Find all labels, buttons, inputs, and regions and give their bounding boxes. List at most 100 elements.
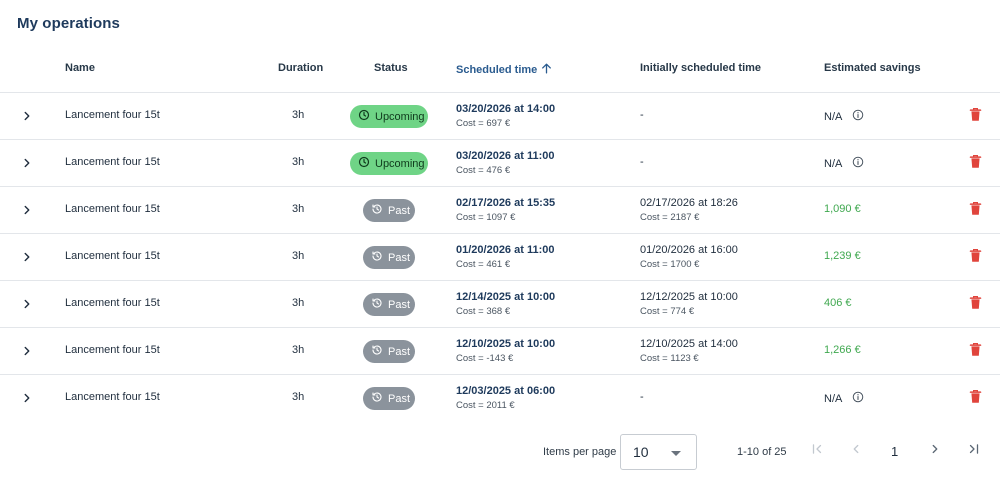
- arrow-up-icon: [540, 62, 553, 78]
- column-header-scheduled-time[interactable]: Scheduled time: [456, 62, 553, 78]
- operation-name: Lancement four 15t: [65, 109, 160, 121]
- table-header: Name Duration Status Scheduled time Init…: [0, 45, 1000, 93]
- initial-cost: Cost = 774 €: [640, 306, 695, 317]
- scheduled-time: 03/20/2026 at 11:00: [456, 150, 555, 162]
- status-badge: Upcoming: [350, 152, 428, 175]
- items-per-page-select[interactable]: 10: [620, 434, 697, 470]
- clock-icon: [358, 156, 370, 171]
- delete-button[interactable]: [969, 154, 983, 170]
- column-header-duration[interactable]: Duration: [278, 62, 323, 74]
- operation-name: Lancement four 15t: [65, 203, 160, 215]
- expand-row-button[interactable]: [20, 109, 34, 123]
- estimated-savings: 406 €: [824, 297, 852, 309]
- chevron-right-icon: [20, 299, 34, 314]
- table-row[interactable]: Lancement four 15t 3h Upcoming 03/20/2026 a…: [0, 140, 1000, 187]
- operation-duration: 3h: [292, 344, 305, 356]
- chevron-right-icon: [20, 158, 34, 173]
- delete-button[interactable]: [969, 342, 983, 358]
- history-icon: [371, 391, 383, 406]
- initial-time-cell: 12/10/2025 at 14:00 Cost = 1123 €: [640, 338, 738, 364]
- expand-row-button[interactable]: [20, 203, 34, 217]
- column-header-savings[interactable]: Estimated savings: [824, 62, 921, 74]
- history-icon: [371, 297, 383, 312]
- trash-icon: [969, 154, 982, 172]
- expand-row-button[interactable]: [20, 250, 34, 264]
- info-icon[interactable]: [852, 391, 864, 406]
- column-header-name[interactable]: Name: [65, 62, 95, 74]
- status-label: Upcoming: [375, 110, 425, 123]
- delete-button[interactable]: [969, 107, 983, 123]
- delete-button[interactable]: [969, 201, 983, 217]
- page-range: 1-10 of 25: [737, 446, 787, 458]
- previous-page-button[interactable]: [847, 442, 865, 460]
- operation-name: Lancement four 15t: [65, 344, 160, 356]
- savings-value: 1,266 €: [824, 344, 861, 356]
- next-page-button[interactable]: [926, 442, 944, 460]
- operation-duration: 3h: [292, 297, 305, 309]
- scheduled-time-cell: 12/14/2025 at 10:00 Cost = 368 €: [456, 291, 555, 317]
- status-badge: Past: [363, 387, 415, 410]
- estimated-savings: 1,090 €: [824, 203, 861, 215]
- savings-value: N/A: [824, 392, 843, 405]
- table-row[interactable]: Lancement four 15t 3h Past 12/10/2025 at 10…: [0, 328, 1000, 375]
- scheduled-time: 03/20/2026 at 14:00: [456, 103, 556, 115]
- caret-down-icon: [671, 451, 681, 456]
- initial-time: 12/10/2025 at 14:00: [640, 338, 738, 350]
- column-header-status[interactable]: Status: [374, 62, 408, 74]
- table-row[interactable]: Lancement four 15t 3h Past 12/14/2025 at 10…: [0, 281, 1000, 328]
- expand-row-button[interactable]: [20, 391, 34, 405]
- initial-time: -: [640, 391, 644, 403]
- scheduled-cost: Cost = -143 €: [456, 353, 514, 364]
- info-icon[interactable]: [852, 109, 864, 124]
- expand-row-button[interactable]: [20, 156, 34, 170]
- table-row[interactable]: Lancement four 15t 3h Past 01/20/2026 at 11…: [0, 234, 1000, 281]
- status-label: Past: [388, 251, 411, 264]
- scheduled-cost: Cost = 476 €: [456, 165, 511, 176]
- table-row[interactable]: Lancement four 15t 3h Past 12/03/2025 at 06…: [0, 375, 1000, 422]
- estimated-savings: N/A: [824, 391, 864, 406]
- first-page-button[interactable]: [808, 442, 826, 460]
- scheduled-time-cell: 03/20/2026 at 11:00 Cost = 476 €: [456, 150, 554, 176]
- expand-row-button[interactable]: [20, 344, 34, 358]
- estimated-savings: N/A: [824, 109, 864, 124]
- status-badge: Past: [363, 340, 415, 363]
- page-title: My operations: [17, 15, 120, 32]
- pagination: Items per page 10 1-10 of 25 1: [0, 433, 1000, 471]
- status-badge: Past: [363, 293, 415, 316]
- info-icon[interactable]: [852, 156, 864, 171]
- scheduled-time-cell: 01/20/2026 at 11:00 Cost = 461 €: [456, 244, 554, 270]
- history-icon: [371, 203, 383, 218]
- chevron-right-icon: [20, 205, 34, 220]
- delete-button[interactable]: [969, 389, 983, 405]
- chevron-right-icon: [20, 346, 34, 361]
- scheduled-time: 02/17/2026 at 15:35: [456, 197, 556, 209]
- initial-cost: Cost = 1700 €: [640, 259, 700, 270]
- scheduled-time: 12/10/2025 at 10:00: [456, 338, 556, 350]
- operation-name: Lancement four 15t: [65, 391, 160, 403]
- last-page-icon: [967, 442, 981, 461]
- column-header-initial-time[interactable]: Initially scheduled time: [640, 62, 761, 74]
- table-row[interactable]: Lancement four 15t 3h Past 02/17/2026 at 15…: [0, 187, 1000, 234]
- scheduled-time: 12/14/2025 at 10:00: [456, 291, 556, 303]
- initial-time-cell: 01/20/2026 at 16:00 Cost = 1700 €: [640, 244, 738, 270]
- chevron-right-icon: [20, 252, 34, 267]
- last-page-button[interactable]: [965, 442, 983, 460]
- current-page: 1: [891, 444, 899, 459]
- scheduled-time-cell: 12/03/2025 at 06:00 Cost = 2011 €: [456, 385, 555, 411]
- table-row[interactable]: Lancement four 15t 3h Upcoming 03/20/2026 a…: [0, 93, 1000, 140]
- expand-row-button[interactable]: [20, 297, 34, 311]
- scheduled-cost: Cost = 368 €: [456, 306, 511, 317]
- savings-value: 1,239 €: [824, 250, 861, 262]
- items-per-page-label: Items per page: [543, 446, 617, 458]
- operation-duration: 3h: [292, 156, 305, 168]
- delete-button[interactable]: [969, 248, 983, 264]
- delete-button[interactable]: [969, 295, 983, 311]
- status-badge: Past: [363, 246, 415, 269]
- items-per-page-value: 10: [633, 444, 649, 460]
- chevron-left-icon: [849, 442, 863, 461]
- trash-icon: [969, 389, 982, 407]
- status-label: Upcoming: [375, 157, 425, 170]
- estimated-savings: 1,266 €: [824, 344, 861, 356]
- scheduled-cost: Cost = 2011 €: [456, 400, 515, 411]
- initial-time: 12/12/2025 at 10:00: [640, 291, 738, 303]
